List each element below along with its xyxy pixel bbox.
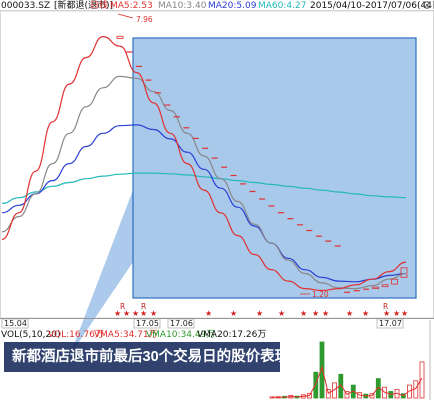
candle <box>183 127 190 129</box>
ma5-label: MA5:2.53 <box>110 1 153 11</box>
candle <box>240 183 247 185</box>
stock-chart: 000033.SZ [新都退(退市)] 日线 MA5:2.53 MA10:3.4… <box>0 0 434 400</box>
candle <box>173 116 180 118</box>
candle <box>164 104 171 106</box>
x-tick-17-07: 17.07 <box>379 319 402 328</box>
marker-r-2: R <box>141 302 146 311</box>
event-star: ★ <box>150 309 157 318</box>
stock-chart-screen: 000033.SZ [新都退(退市)] 日线 MA5:2.53 MA10:3.4… <box>0 0 434 400</box>
candle <box>287 218 294 220</box>
candle <box>135 65 142 67</box>
candle <box>154 92 161 94</box>
x-tick-17-05: 17.05 <box>136 319 159 328</box>
event-star: ★ <box>132 309 139 318</box>
candle <box>192 137 199 139</box>
candle <box>116 35 124 39</box>
candle <box>344 291 351 293</box>
marker-r-3: R <box>383 302 388 311</box>
low-annotation: 1.20 <box>312 290 329 299</box>
candle <box>202 147 209 149</box>
stock-code: 000033.SZ <box>1 1 50 11</box>
event-star: ★ <box>230 309 237 318</box>
event-star: ★ <box>278 309 285 318</box>
x-tick-17-05-group: 17.05 <box>133 318 161 329</box>
x-tick-15-04: 15.04 <box>4 319 27 328</box>
event-stars: ★ ★ ★ ★ ★ ★ ★ ★ ★ ★ ★ ★ ★ ★ ★ ★ ★ <box>114 309 408 318</box>
vma20-label: VMA20:17.26万 <box>197 330 266 340</box>
candle <box>277 212 284 214</box>
event-star: ★ <box>362 309 369 318</box>
x-tick-17-06-group: 17.06 <box>167 318 195 329</box>
event-star: ★ <box>346 309 353 318</box>
high-annotation: 7.96 <box>136 15 153 24</box>
ma60-label: MA60:4.27 <box>258 1 306 11</box>
x-tick-17-06: 17.06 <box>170 319 193 328</box>
volume-bars <box>269 341 425 399</box>
date-range: 2015/04/10-2017/07/06(44日) <box>310 0 434 11</box>
x-tick-17-07-group: 17.07 <box>376 318 404 329</box>
event-star: ★ <box>312 309 319 318</box>
candle <box>145 79 152 81</box>
event-star: ★ <box>256 309 263 318</box>
candle <box>259 198 265 200</box>
event-star: ★ <box>401 309 408 318</box>
high-pointer <box>117 13 134 19</box>
candle <box>211 157 218 159</box>
ma20-label: MA20:5.09 <box>208 1 257 11</box>
x-tick-15-04-group: 15.04 <box>1 318 29 329</box>
candle <box>230 174 237 177</box>
ma10-label: MA10:3.40 <box>158 1 207 11</box>
candle <box>296 224 303 226</box>
candle <box>221 166 228 168</box>
highlight-box <box>132 37 417 299</box>
period-label[interactable]: 日线 <box>90 0 108 11</box>
candle <box>268 205 275 207</box>
caption-banner: 新都酒店退市前最后30个交易日的股价表现 <box>4 342 280 372</box>
candle <box>249 190 256 193</box>
candle <box>315 235 322 237</box>
candle <box>306 229 313 232</box>
candle <box>353 290 360 292</box>
candle <box>334 245 341 247</box>
candle <box>363 288 370 290</box>
event-star: ★ <box>393 309 400 318</box>
event-star: ★ <box>322 309 329 318</box>
marker-r-1: R <box>120 302 125 311</box>
candle <box>126 51 133 53</box>
event-star: ★ <box>205 309 212 318</box>
volume-bar <box>313 371 319 399</box>
event-star: ★ <box>300 309 307 318</box>
candle <box>325 240 332 242</box>
